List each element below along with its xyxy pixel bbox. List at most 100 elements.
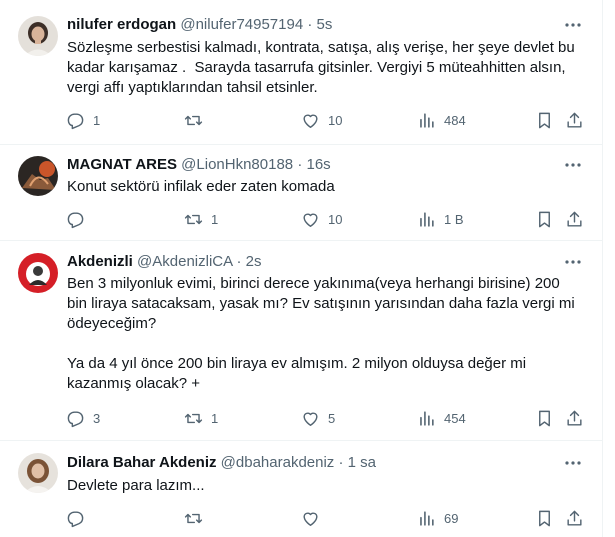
bookmark-icon <box>539 211 550 227</box>
tweet-actions: 3 1 5 454 <box>57 403 597 433</box>
views-icon <box>420 211 434 227</box>
like-button[interactable]: 10 <box>301 204 342 234</box>
retweet-button[interactable] <box>184 503 211 533</box>
reply-count: 1 <box>93 112 101 128</box>
bookmark-button[interactable] <box>535 204 554 234</box>
more-button[interactable] <box>563 155 583 175</box>
more-icon <box>565 461 581 465</box>
tweet-text: Sözleşme serbestisi kalmadı, kontrata, s… <box>67 39 579 96</box>
retweet-button[interactable]: 1 <box>184 403 218 433</box>
heart-icon <box>303 412 318 426</box>
tweet-text: Konut sektörü infilak eder zaten komada <box>67 178 335 195</box>
views-button[interactable]: 484 <box>417 105 466 135</box>
author-handle[interactable]: @nilufer74957194 <box>180 16 303 33</box>
more-button[interactable] <box>563 453 583 473</box>
separator-dot: · <box>236 253 242 270</box>
tweet-text: Ben 3 milyonluk evimi, birinci derece ya… <box>67 275 575 392</box>
share-icon <box>567 510 582 526</box>
heart-icon <box>303 114 318 128</box>
avatar-image <box>18 253 58 293</box>
more-icon <box>565 163 581 167</box>
views-count: 69 <box>444 510 459 526</box>
avatar-image <box>18 16 58 56</box>
bookmark-button[interactable] <box>535 105 554 135</box>
timestamp[interactable]: 1 sa <box>348 454 376 471</box>
tweet[interactable]: nilufer erdogan @nilufer74957194 · 5s Sö… <box>0 0 603 145</box>
tweet-header: Dilara Bahar Akdeniz @dbaharakdeniz · 1 … <box>67 453 563 473</box>
retweet-icon <box>184 413 203 423</box>
avatar[interactable] <box>18 453 58 493</box>
reply-button[interactable] <box>66 204 93 234</box>
tweet[interactable]: MAGNAT ARES @LionHkn80188 · 16s Konut se… <box>0 145 603 241</box>
reply-button[interactable]: 3 <box>66 403 100 433</box>
more-icon <box>565 260 581 264</box>
reply-icon <box>67 112 84 129</box>
tweet[interactable]: Dilara Bahar Akdeniz @dbaharakdeniz · 1 … <box>0 441 603 537</box>
retweet-icon <box>184 513 203 523</box>
like-count: 10 <box>328 112 343 128</box>
share-button[interactable] <box>565 105 584 135</box>
author-name[interactable]: nilufer erdogan <box>67 16 176 33</box>
author-name[interactable]: Akdenizli <box>67 253 133 270</box>
tweet-actions: 1 10 1 B <box>57 204 597 234</box>
avatar[interactable] <box>18 253 58 293</box>
tweet-header: Akdenizli @AkdenizliCA · 2s <box>67 252 563 272</box>
avatar[interactable] <box>18 156 58 196</box>
timeline-feed: nilufer erdogan @nilufer74957194 · 5s Sö… <box>0 0 603 537</box>
tweet-actions: 69 <box>57 503 597 533</box>
retweet-button[interactable]: 1 <box>184 204 218 234</box>
author-name[interactable]: Dilara Bahar Akdeniz <box>67 454 217 471</box>
author-handle[interactable]: @dbaharakdeniz <box>221 454 335 471</box>
timestamp[interactable]: 2s <box>246 253 262 270</box>
share-button[interactable] <box>565 503 584 533</box>
tweet-header: nilufer erdogan @nilufer74957194 · 5s <box>67 15 563 35</box>
share-button[interactable] <box>565 204 584 234</box>
timestamp[interactable]: 5s <box>317 16 333 33</box>
heart-icon <box>303 213 318 227</box>
like-button[interactable]: 5 <box>301 403 335 433</box>
views-button[interactable]: 69 <box>417 503 458 533</box>
avatar-image <box>18 453 58 493</box>
reply-icon <box>67 211 84 228</box>
retweet-count: 1 <box>211 410 219 426</box>
share-icon <box>567 211 582 227</box>
views-icon <box>420 510 434 526</box>
like-button[interactable]: 10 <box>301 105 342 135</box>
reply-count: 3 <box>93 410 101 426</box>
retweet-button[interactable] <box>184 105 211 135</box>
reply-icon <box>67 510 84 527</box>
tweet[interactable]: Akdenizli @AkdenizliCA · 2s Ben 3 milyon… <box>0 241 603 441</box>
more-button[interactable] <box>563 252 583 272</box>
reply-button[interactable]: 1 <box>66 105 100 135</box>
like-count: 10 <box>328 211 343 227</box>
bookmark-button[interactable] <box>535 503 554 533</box>
author-handle[interactable]: @AkdenizliCA <box>137 253 232 270</box>
avatar[interactable] <box>18 16 58 56</box>
like-count: 5 <box>328 410 336 426</box>
reply-icon <box>67 410 84 427</box>
bookmark-button[interactable] <box>535 403 554 433</box>
views-button[interactable]: 1 B <box>417 204 464 234</box>
heart-icon <box>303 512 318 526</box>
views-button[interactable]: 454 <box>417 403 466 433</box>
separator-dot: · <box>307 16 313 33</box>
timestamp[interactable]: 16s <box>307 156 331 173</box>
author-name[interactable]: MAGNAT ARES <box>67 156 177 173</box>
views-count: 1 B <box>444 211 464 227</box>
tweet-text: Devlete para lazım... <box>67 477 205 494</box>
retweet-count: 1 <box>211 211 219 227</box>
separator-dot: · <box>338 454 344 471</box>
share-icon <box>567 410 582 426</box>
bookmark-icon <box>539 410 550 426</box>
more-button[interactable] <box>563 15 583 35</box>
views-count: 484 <box>444 112 466 128</box>
views-icon <box>420 410 434 426</box>
reply-button[interactable] <box>66 503 93 533</box>
separator-dot: · <box>297 156 303 173</box>
like-button[interactable] <box>301 503 328 533</box>
tweet-actions: 1 10 484 <box>57 105 597 135</box>
share-button[interactable] <box>565 403 584 433</box>
avatar-image <box>18 156 58 196</box>
retweet-icon <box>184 115 203 125</box>
author-handle[interactable]: @LionHkn80188 <box>181 156 293 173</box>
